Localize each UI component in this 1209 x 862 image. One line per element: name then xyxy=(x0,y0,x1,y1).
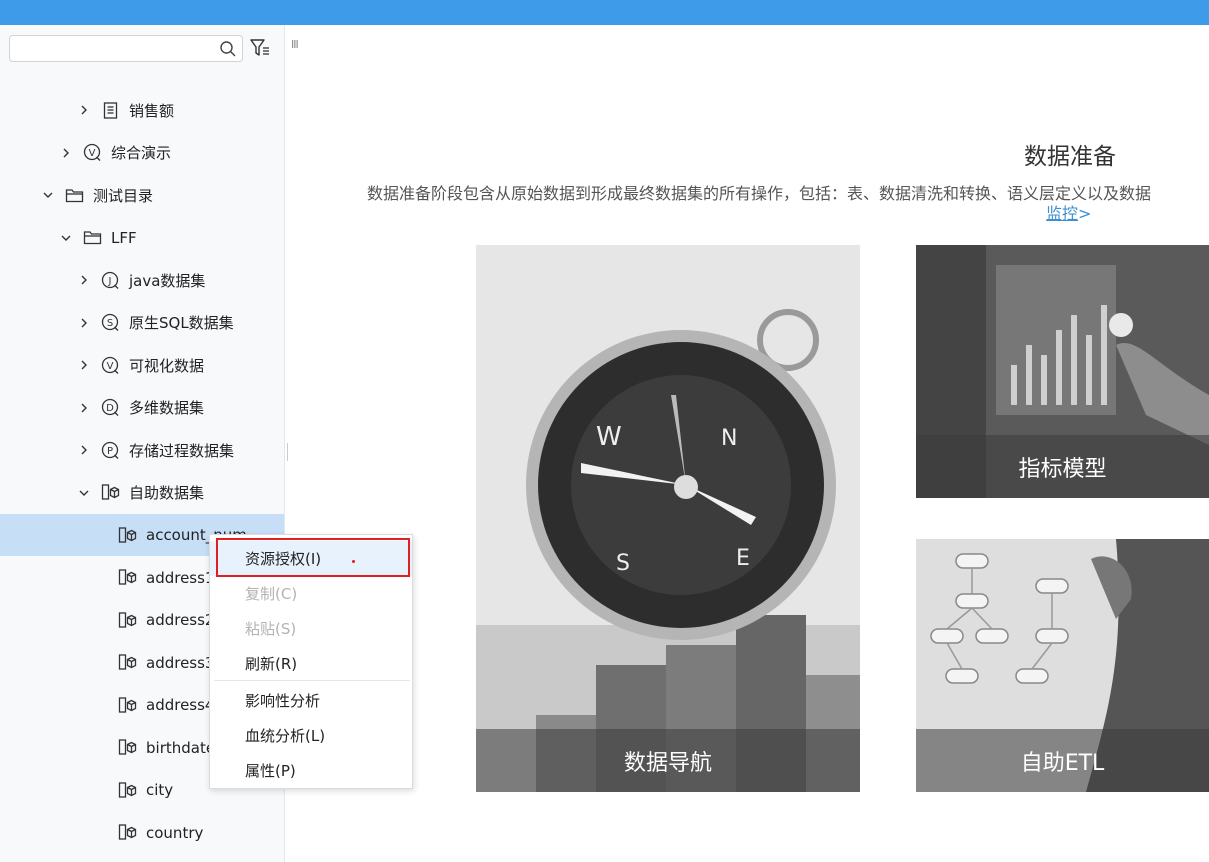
context-menu-item[interactable]: 资源授权(I) xyxy=(210,541,412,576)
cube-icon xyxy=(118,696,137,713)
tree-node-label: LFF xyxy=(111,228,137,247)
cube-icon xyxy=(118,611,137,628)
tree-node-label: city xyxy=(146,781,174,799)
tree-node-label: 销售额 xyxy=(129,101,175,120)
menu-separator xyxy=(214,680,410,681)
chevron-right-icon[interactable] xyxy=(79,318,89,328)
context-menu-item: 复制(C) xyxy=(245,585,298,603)
svg-text:D: D xyxy=(106,403,114,414)
compass-image: W N S E xyxy=(476,245,860,792)
tree-node[interactable]: D 多维数据集 xyxy=(0,387,284,429)
tree-node-label: address4 xyxy=(146,696,215,714)
chevron-right-icon[interactable] xyxy=(79,403,89,413)
context-menu: 资源授权(I) 复制(C) 粘贴(S) 刷新(R) 影响性分析 血统分析(L) 属性(P) xyxy=(209,534,413,789)
cube-icon xyxy=(101,484,120,500)
cube-icon xyxy=(118,569,137,585)
chevron-right-icon[interactable] xyxy=(79,105,89,115)
tree-node-label: 多维数据集 xyxy=(129,399,205,417)
svg-text:J: J xyxy=(108,275,112,286)
svg-text:W: W xyxy=(596,422,622,452)
svg-text:N: N xyxy=(721,426,737,451)
tree-node[interactable]: 销售额 xyxy=(0,89,284,131)
monitor-link[interactable]: 监控> xyxy=(1046,200,1091,224)
tree-node-label: 原生SQL数据集 xyxy=(129,314,234,332)
cube-icon xyxy=(118,739,137,755)
tree-node[interactable]: P 存储过程数据集 xyxy=(0,429,284,471)
context-menu-item[interactable]: 刷新(R) xyxy=(210,646,412,681)
context-menu-item[interactable]: 血统分析(L) xyxy=(210,718,412,753)
search-icon[interactable] xyxy=(219,40,237,58)
card-caption: 数据导航 xyxy=(476,729,860,792)
folder-icon xyxy=(65,188,84,202)
context-menu-item[interactable]: 属性(P) xyxy=(210,753,412,788)
card-caption: 指标模型 xyxy=(916,435,1209,498)
tree-node[interactable]: V 综合演示 xyxy=(0,132,284,174)
sql-dataset-icon: S xyxy=(101,313,119,331)
multidim-dataset-icon: D xyxy=(101,398,119,416)
tree-node[interactable]: Jjava数据集 xyxy=(0,259,284,301)
chevron-down-icon[interactable] xyxy=(79,488,89,498)
tree-node[interactable]: 测试目录 xyxy=(0,174,284,216)
svg-text:S: S xyxy=(107,318,113,329)
svg-text:E: E xyxy=(736,546,750,571)
tree-node-label: birthdate xyxy=(146,738,216,757)
svg-text:S: S xyxy=(616,551,630,576)
cube-icon xyxy=(118,654,137,670)
java-dataset-icon: J xyxy=(101,271,119,289)
chevron-right-icon[interactable] xyxy=(79,360,89,370)
card-metric-model[interactable]: 指标模型 xyxy=(916,245,1209,498)
report-icon xyxy=(103,101,118,119)
search-input[interactable] xyxy=(9,35,243,62)
tree-node-label: address3 xyxy=(146,653,215,672)
annotation-dot xyxy=(352,560,355,563)
cube-icon xyxy=(118,824,137,840)
filter-icon[interactable] xyxy=(249,37,271,59)
chevron-down-icon[interactable] xyxy=(43,190,53,200)
folder-icon xyxy=(83,231,102,245)
tree-node-label: 测试目录 xyxy=(93,186,154,205)
tree-node[interactable]: 自助数据集 xyxy=(0,472,284,514)
context-menu-item: 粘贴(S) xyxy=(245,620,297,638)
tree-node-label: address2 xyxy=(146,611,215,629)
cube-icon xyxy=(118,526,137,543)
tree-node[interactable]: LFF xyxy=(0,217,284,259)
tree-node-label: 自助数据集 xyxy=(129,484,205,502)
card-data-navigation[interactable]: W N S E 数据导航 xyxy=(476,245,860,792)
collapse-handle-icon[interactable]: III xyxy=(291,38,299,51)
tree-node-label: address1 xyxy=(146,568,215,587)
chevron-right-icon[interactable] xyxy=(79,275,89,285)
context-menu-item[interactable]: 影响性分析 xyxy=(210,683,412,718)
top-bar xyxy=(0,0,1209,25)
tree-node[interactable]: S 原生SQL数据集 xyxy=(0,302,284,344)
page-title: 数据准备 xyxy=(1024,144,1116,170)
card-self-etl[interactable]: 自助ETL xyxy=(916,539,1209,792)
visual-dataset-icon: V xyxy=(101,356,119,374)
chevron-right-icon[interactable] xyxy=(61,148,71,158)
cube-icon xyxy=(118,781,137,798)
chevron-right-icon[interactable] xyxy=(79,445,89,455)
tree-node-label: country xyxy=(146,823,204,842)
chevron-down-icon[interactable] xyxy=(61,233,71,243)
card-caption: 自助ETL xyxy=(916,729,1209,792)
tree-node-label: 综合演示 xyxy=(111,144,172,162)
tree-node[interactable]: V 可视化数据 xyxy=(0,344,284,386)
procedure-dataset-icon: P xyxy=(101,441,119,459)
tree-node-label: java数据集 xyxy=(129,271,206,290)
visual-dataset-icon: V xyxy=(83,143,101,161)
tree-node-label: 可视化数据 xyxy=(129,356,205,375)
tree-node[interactable]: country xyxy=(0,812,284,854)
panel-splitter[interactable] xyxy=(287,443,288,461)
svg-text:V: V xyxy=(89,148,96,159)
tree-node-label: 存储过程数据集 xyxy=(129,441,235,460)
svg-text:P: P xyxy=(107,445,113,456)
svg-text:V: V xyxy=(107,360,114,371)
